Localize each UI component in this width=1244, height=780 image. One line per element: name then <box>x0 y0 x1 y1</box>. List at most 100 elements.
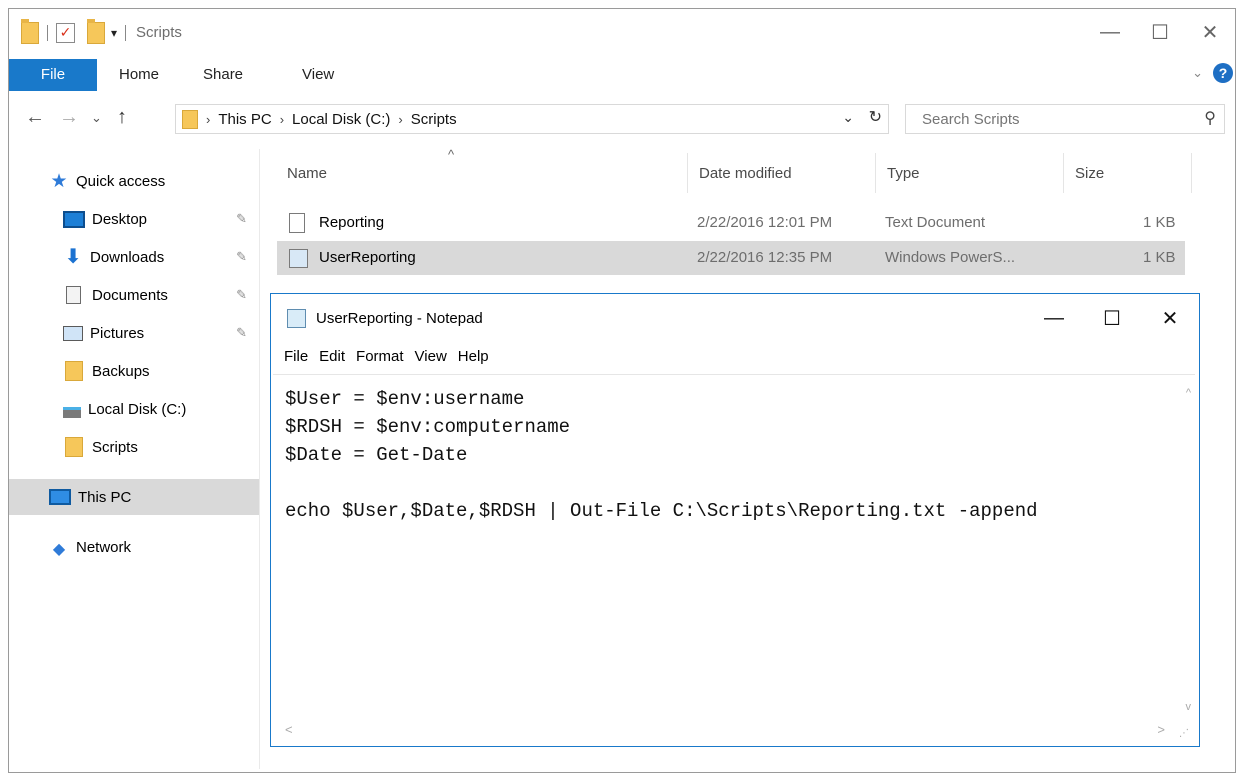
address-row: ← → ⌄ ↑ › This PC › Local Disk (C:) › Sc… <box>9 104 1235 134</box>
file-row[interactable]: UserReporting 2/22/2016 12:35 PM Windows… <box>277 241 1185 275</box>
nav-item-network[interactable]: ◆ Network <box>9 529 259 565</box>
column-divider[interactable] <box>1191 153 1192 193</box>
minimize-button[interactable]: — <box>1085 9 1135 56</box>
tab-home[interactable]: Home <box>119 59 159 91</box>
pc-icon <box>49 489 71 505</box>
search-input[interactable] <box>920 109 1174 129</box>
notepad-content: $User = $env:username $RDSH = $env:comput… <box>285 385 1038 525</box>
close-button[interactable]: ✕ <box>1185 9 1235 56</box>
nav-item-scripts[interactable]: Scripts <box>9 429 259 465</box>
up-icon[interactable]: ↑ <box>117 106 127 129</box>
nav-item-pictures[interactable]: Pictures ✎ <box>9 315 259 351</box>
code-line: $Date = Get-Date <box>285 444 468 466</box>
notepad-close-button[interactable]: ✕ <box>1141 294 1199 342</box>
scroll-up-icon[interactable]: ^ <box>1186 387 1191 399</box>
menu-help[interactable]: Help <box>458 348 489 365</box>
separator <box>47 24 48 41</box>
notepad-menu-bar: File Edit Format View Help <box>271 342 1199 370</box>
folder-icon <box>65 437 83 457</box>
separator <box>125 24 127 41</box>
address-dropdown-icon[interactable]: ⌄ <box>842 109 854 126</box>
column-header-size[interactable]: Size <box>1075 165 1104 182</box>
breadcrumb-scripts[interactable]: Scripts <box>411 111 457 128</box>
file-name: Reporting <box>319 214 385 231</box>
resize-grip-icon[interactable]: ⋰ <box>1179 728 1189 739</box>
chevron-right-icon[interactable]: › <box>206 112 210 127</box>
pin-icon[interactable]: ✎ <box>236 211 247 227</box>
menu-view[interactable]: View <box>415 348 447 365</box>
code-line: ​ <box>285 469 1038 497</box>
notepad-title-bar[interactable]: UserReporting - Notepad — ☐ ✕ <box>271 294 1199 342</box>
recent-locations-icon[interactable]: ⌄ <box>91 110 102 126</box>
pin-icon[interactable]: ✎ <box>236 287 247 303</box>
nav-item-label: Pictures <box>90 324 145 342</box>
scroll-left-icon[interactable]: < <box>285 722 293 737</box>
nav-item-this-pc[interactable]: This PC <box>9 479 259 515</box>
notepad-minimize-button[interactable]: — <box>1025 294 1083 342</box>
column-header-name[interactable]: Name <box>287 165 327 182</box>
maximize-button[interactable]: ☐ <box>1135 9 1185 56</box>
column-divider[interactable] <box>1063 153 1064 193</box>
pictures-icon <box>63 325 83 341</box>
column-divider[interactable] <box>687 153 688 193</box>
scroll-down-icon[interactable]: v <box>1186 701 1192 713</box>
code-line: echo $User,$Date,$RDSH | Out-File C:\Scr… <box>285 500 1038 522</box>
new-folder-icon[interactable] <box>87 18 105 44</box>
pin-icon[interactable]: ✎ <box>236 249 247 265</box>
notepad-window: UserReporting - Notepad — ☐ ✕ File Edit … <box>270 293 1200 747</box>
address-bar[interactable]: › This PC › Local Disk (C:) › Scripts ⌄ … <box>175 104 889 134</box>
network-icon: ◆ <box>52 540 66 558</box>
folder-icon <box>21 18 39 44</box>
tab-file[interactable]: File <box>9 59 97 91</box>
nav-item-documents[interactable]: Documents ✎ <box>9 277 259 313</box>
tab-view[interactable]: View <box>302 59 334 91</box>
nav-item-quick-access[interactable]: ★ Quick access <box>9 163 259 199</box>
notepad-maximize-button[interactable]: ☐ <box>1083 294 1141 342</box>
file-date: 2/22/2016 12:01 PM <box>697 214 833 231</box>
column-divider[interactable] <box>875 153 876 193</box>
forward-icon[interactable]: → <box>59 106 79 129</box>
notepad-icon <box>287 308 306 328</box>
text-file-icon <box>289 213 305 233</box>
sort-ascending-icon: ^ <box>448 147 455 162</box>
nav-item-label: Quick access <box>76 172 166 190</box>
nav-item-desktop[interactable]: Desktop ✎ <box>9 201 259 237</box>
refresh-icon[interactable]: ↻ <box>869 107 882 127</box>
help-icon[interactable]: ? <box>1213 63 1233 83</box>
search-box[interactable]: ⚲ <box>905 104 1225 134</box>
tab-share[interactable]: Share <box>203 59 243 91</box>
file-type: Text Document <box>885 214 986 231</box>
file-date: 2/22/2016 12:35 PM <box>697 249 833 266</box>
nav-item-local-disk[interactable]: Local Disk (C:) <box>9 391 259 427</box>
back-icon[interactable]: ← <box>25 106 45 129</box>
column-header-date[interactable]: Date modified <box>699 165 792 182</box>
file-type: Windows PowerS... <box>885 249 1016 266</box>
chevron-right-icon[interactable]: › <box>280 112 284 127</box>
download-icon: ⬇ <box>64 245 82 268</box>
column-header-type[interactable]: Type <box>887 165 920 182</box>
nav-item-backups[interactable]: Backups <box>9 353 259 389</box>
customize-toolbar-icon[interactable]: ▾ <box>111 26 117 40</box>
nav-item-downloads[interactable]: ⬇ Downloads ✎ <box>9 239 259 275</box>
breadcrumb-this-pc[interactable]: This PC <box>218 111 271 128</box>
file-size: 1 KB <box>1143 214 1176 231</box>
navigation-pane: ★ Quick access Desktop ✎ ⬇ Downloads ✎ D… <box>9 149 260 769</box>
menu-file[interactable]: File <box>284 348 308 365</box>
nav-item-label: Desktop <box>92 210 148 228</box>
scroll-right-icon[interactable]: > <box>1157 722 1165 737</box>
code-line: $User = $env:username <box>285 388 525 410</box>
folder-icon <box>65 361 83 381</box>
code-line: $RDSH = $env:computername <box>285 416 571 438</box>
pin-icon[interactable]: ✎ <box>236 325 247 341</box>
search-icon[interactable]: ⚲ <box>1204 108 1216 128</box>
notepad-text-area[interactable]: $User = $env:username $RDSH = $env:comput… <box>273 374 1195 743</box>
ribbon: File Home Share View ⌄ ? <box>9 59 1235 91</box>
breadcrumb-local-disk[interactable]: Local Disk (C:) <box>292 111 390 128</box>
menu-format[interactable]: Format <box>356 348 404 365</box>
menu-edit[interactable]: Edit <box>319 348 345 365</box>
file-name: UserReporting <box>319 249 416 266</box>
expand-ribbon-icon[interactable]: ⌄ <box>1192 65 1203 81</box>
properties-icon[interactable]: ✓ <box>56 22 75 43</box>
file-row[interactable]: Reporting 2/22/2016 12:01 PM Text Docume… <box>277 206 1185 240</box>
chevron-right-icon[interactable]: › <box>398 112 402 127</box>
